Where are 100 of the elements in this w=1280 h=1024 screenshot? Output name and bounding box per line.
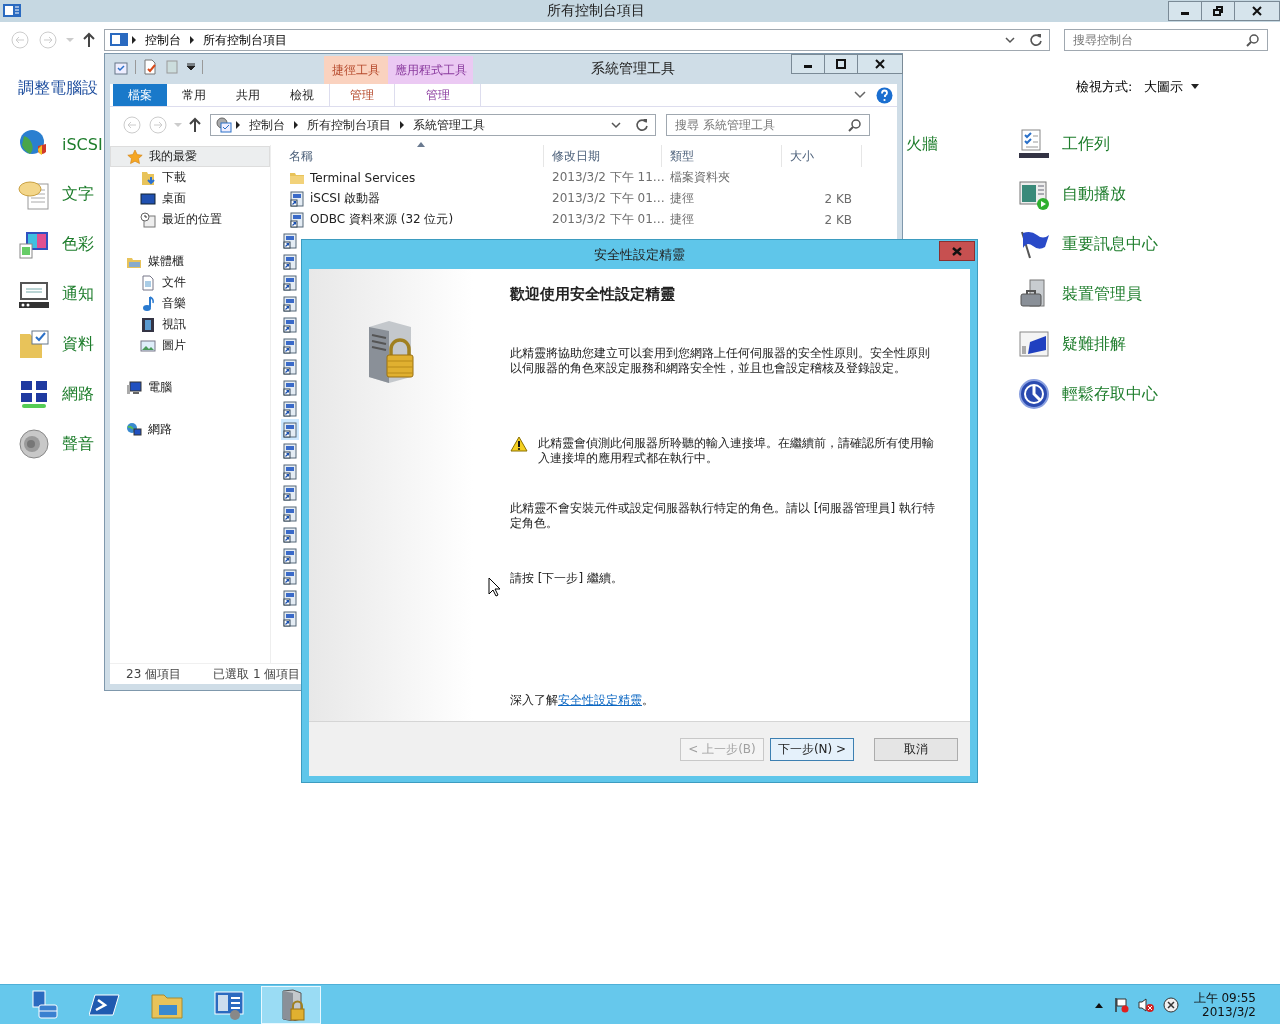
file-row[interactable] [281,419,299,440]
file-row[interactable] [281,566,299,587]
nav-item[interactable]: 最近的位置 [110,209,270,230]
shortcut-icon [282,589,298,606]
file-row[interactable] [281,314,299,335]
file-row[interactable] [281,524,299,545]
file-row[interactable] [281,377,299,398]
breadcrumb[interactable]: 控制台 [243,116,291,134]
close-button[interactable] [1234,1,1280,21]
column-header[interactable]: 大小 [782,145,862,167]
muted-speaker-icon [1137,996,1154,1013]
control-panel-link[interactable]: iSCSI [62,134,103,154]
nav-item[interactable]: 桌面 [110,188,270,209]
wizard-button[interactable]: 取消 [874,737,958,761]
address-bar[interactable]: 控制台 所有控制台項目 [103,29,1050,51]
wizard-button[interactable]: 下一步(N) > [770,737,854,761]
file-row[interactable] [281,608,299,629]
monitor-icon [1018,328,1050,360]
ribbon-tab[interactable]: 管理 [329,84,394,106]
shortcut-icon [282,253,298,270]
control-panel-link[interactable]: 色彩 [62,233,94,255]
nav-item[interactable]: 音樂 [110,293,270,314]
ribbon-tab[interactable]: 常用 [167,84,221,106]
column-header[interactable]: 類型 [662,145,782,167]
dropdown-icon[interactable] [611,121,621,129]
file-row[interactable] [281,440,299,461]
minimize-button[interactable] [791,54,825,74]
refresh-icon[interactable] [635,118,649,132]
file-row[interactable] [281,482,299,503]
control-panel-link[interactable]: 火牆 [906,133,938,155]
nav-item[interactable]: 我的最愛 [110,146,270,167]
nav-item[interactable]: 網路 [110,419,270,440]
refresh-icon[interactable] [1029,33,1043,47]
nav-item[interactable]: 圖片 [110,335,270,356]
file-row[interactable] [281,461,299,482]
control-panel-link[interactable]: 網路 [62,383,94,405]
breadcrumb[interactable]: 所有控制台項目 [196,31,293,49]
control-panel-link[interactable]: 工作列 [1062,133,1110,155]
file-row[interactable]: iSCSI 啟動器 2013/3/2 下午 01… 捷徑 2 KB [281,188,897,209]
control-panel-link[interactable]: 通知 [62,283,94,305]
column-header[interactable]: 修改日期 [544,145,662,167]
address-bar[interactable]: 控制台 所有控制台項目 系統管理工具 [210,114,656,136]
control-panel-link[interactable]: 文字 [62,183,94,205]
shortcut-icon [282,421,298,438]
file-row[interactable] [281,251,299,272]
file-row[interactable] [281,272,299,293]
close-button[interactable] [857,54,903,74]
restore-button[interactable] [1201,1,1235,21]
file-row[interactable] [281,230,299,251]
control-panel-link[interactable]: 疑難排解 [1062,333,1126,355]
customize-caret-icon[interactable] [186,63,196,71]
wizard-heading: 歡迎使用安全性設定精靈 [510,285,676,304]
nav-item[interactable]: 文件 [110,272,270,293]
nav-item[interactable]: 媒體櫃 [110,251,270,272]
file-row[interactable] [281,587,299,608]
window-title: 系統管理工具 [589,59,676,78]
taskbar-button[interactable] [261,985,321,1024]
nav-item[interactable]: 視訊 [110,314,270,335]
file-row[interactable] [281,503,299,524]
up-arrow-icon[interactable] [188,117,202,133]
minimize-button[interactable] [1168,1,1202,21]
control-panel-link[interactable]: 裝置管理員 [1062,283,1142,305]
file-row[interactable] [281,545,299,566]
file-row[interactable] [281,293,299,314]
file-row[interactable] [281,356,299,377]
breadcrumb[interactable]: 控制台 [138,31,187,49]
control-panel-link[interactable]: 重要訊息中心 [1062,233,1158,255]
file-row[interactable]: ODBC 資料來源 (32 位元) 2013/3/2 下午 01… 捷徑 2 KB [281,209,897,230]
search-field[interactable]: 搜尋控制台 [1064,29,1268,51]
picture-icon [140,337,156,354]
help-icon[interactable] [876,86,893,104]
file-row[interactable] [281,335,299,356]
expand-ribbon-icon[interactable] [854,91,866,99]
view-dropdown[interactable]: 大圖示 [1144,78,1200,96]
file-row[interactable] [281,398,299,419]
control-panel-link[interactable]: 資料 [62,333,94,355]
modified-date: 2013/3/2 下午 01… [551,211,662,228]
control-panel-link[interactable]: 自動播放 [1062,183,1126,205]
clock[interactable]: 上午 09:55 2013/3/2 [1193,990,1256,1019]
dropdown-icon[interactable] [1005,36,1015,44]
nav-item[interactable]: 下載 [110,167,270,188]
shortcut-icon [282,358,298,375]
breadcrumb[interactable]: 所有控制台項目 [301,116,397,134]
ribbon-tab[interactable]: 共用 [221,84,275,106]
control-panel-link[interactable]: 聲音 [62,433,94,455]
shortcut-icon [282,484,298,501]
clock-time: 上午 09:55 [1193,990,1256,1005]
nav-item[interactable]: 電腦 [110,377,270,398]
search-field[interactable]: 搜尋 系統管理工具 [666,114,870,136]
file-tab[interactable]: 檔案 [113,84,167,106]
control-panel-link[interactable]: 輕鬆存取中心 [1062,383,1158,405]
ribbon-tab[interactable]: 檢視 [275,84,329,106]
breadcrumb[interactable]: 系統管理工具 [407,116,491,134]
wizard-link[interactable]: 安全性設定精靈 [558,693,642,707]
file-row[interactable]: Terminal Services 2013/3/2 下午 11… 檔案資料夾 [281,167,897,188]
ribbon-tab[interactable]: 管理 [394,84,481,106]
status-text: 23 個項目 [126,665,182,683]
file-name: iSCSI 啟動器 [310,190,381,207]
up-arrow-icon[interactable] [81,32,96,48]
maximize-button[interactable] [824,54,858,74]
